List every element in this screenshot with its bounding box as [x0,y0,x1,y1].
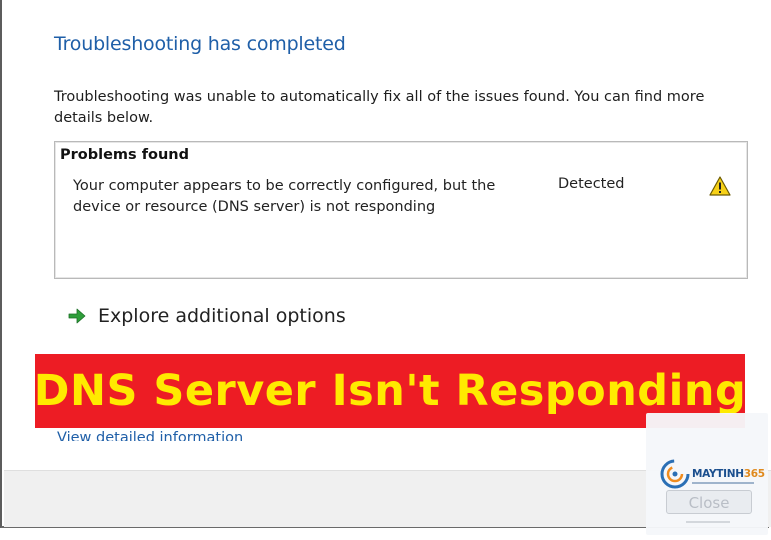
watermark-tagline [692,482,754,484]
explore-options-label: Explore additional options [98,305,346,327]
dialog-description: Troubleshooting was unable to automatica… [54,89,705,126]
watermark-overlay: MAYTINH365 Close [646,413,768,535]
watermark-brand-number: 365 [743,468,765,480]
watermark-footer-text [686,521,730,523]
problem-description[interactable]: Your computer appears to be correctly co… [73,176,513,218]
view-detailed-information-link[interactable]: View detailed information [57,427,243,441]
problems-panel: Problems found Your computer appears to … [54,141,748,279]
problem-status: Detected [558,176,625,192]
close-button[interactable]: Close [666,490,752,514]
dialog-title: Troubleshooting has completed [54,33,346,55]
maytinh365-logo-icon [660,459,690,489]
explore-options-link[interactable]: Explore additional options [66,305,346,327]
problems-header: Problems found [60,147,190,163]
headline-banner: DNS Server Isn't Responding [33,354,747,428]
green-arrow-icon [68,307,86,325]
warning-icon [709,176,731,196]
watermark-brand-main: MAYTINH [692,468,744,480]
headline-text: DNS Server Isn't Responding [33,366,747,416]
watermark-brand: MAYTINH365 [692,468,765,480]
